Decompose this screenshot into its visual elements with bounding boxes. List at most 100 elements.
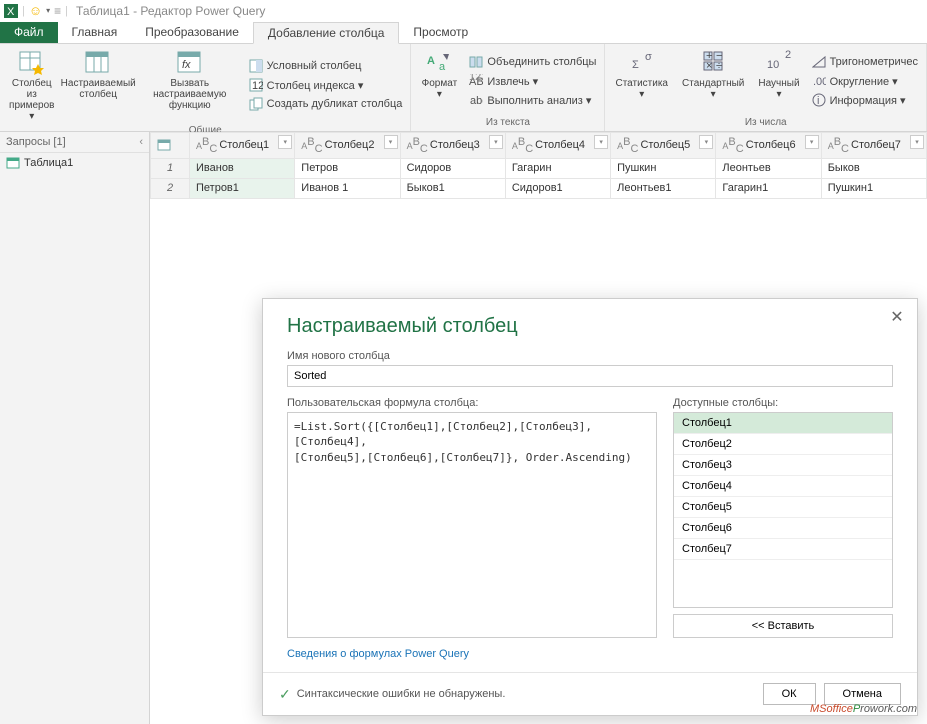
group-label: Из числа bbox=[609, 116, 922, 129]
column-header[interactable]: ABC Столбец3 ▾ bbox=[400, 133, 505, 159]
filter-dropdown-icon[interactable]: ▾ bbox=[910, 135, 924, 149]
row-number[interactable]: 1 bbox=[151, 158, 190, 178]
parse-button[interactable]: abc Выполнить анализ ▾ bbox=[465, 91, 600, 109]
column-header[interactable]: ABC Столбец2▾ bbox=[295, 133, 400, 159]
svg-text:÷: ÷ bbox=[716, 60, 722, 72]
label: Выполнить анализ ▾ bbox=[487, 94, 591, 107]
filter-dropdown-icon[interactable]: ▾ bbox=[384, 135, 398, 149]
column-header[interactable]: ABC Столбец5▾ bbox=[611, 133, 716, 159]
scientific-button[interactable]: 102 Научный ▾ bbox=[752, 46, 805, 116]
conditional-column-button[interactable]: Условный столбец bbox=[245, 57, 407, 75]
available-column-item[interactable]: Столбец2 bbox=[674, 434, 892, 455]
statistics-button[interactable]: Σσ Статистика ▾ bbox=[609, 46, 674, 116]
ok-button[interactable]: ОК bbox=[763, 683, 816, 705]
calc-icon: +−×÷ bbox=[699, 48, 727, 76]
available-column-item[interactable]: Столбец4 bbox=[674, 476, 892, 497]
filter-dropdown-icon[interactable]: ▾ bbox=[699, 135, 713, 149]
smiley-icon[interactable]: ☺ bbox=[29, 3, 42, 18]
ribbon: Столбец из примеров ▾ Настраиваемый стол… bbox=[0, 44, 927, 132]
corner-cell[interactable] bbox=[151, 133, 190, 159]
tab-home[interactable]: Главная bbox=[58, 22, 132, 43]
file-tab[interactable]: Файл bbox=[0, 22, 58, 43]
type-icon: ABC bbox=[512, 136, 533, 155]
standard-button[interactable]: +−×÷ Стандартный ▾ bbox=[676, 46, 750, 116]
row-number[interactable]: 2 bbox=[151, 178, 190, 198]
svg-text:σ: σ bbox=[645, 51, 652, 63]
type-icon: ABC bbox=[407, 136, 428, 155]
label: Статистика ▾ bbox=[615, 78, 668, 100]
cell[interactable]: Гагарин bbox=[505, 158, 610, 178]
cell[interactable]: Сидоров bbox=[400, 158, 505, 178]
index-icon: 12 bbox=[249, 78, 263, 92]
formula-help-link[interactable]: Сведения о формулах Power Query bbox=[287, 648, 893, 660]
cell[interactable]: Гагарин1 bbox=[716, 178, 821, 198]
ribbon-group-text: Aa Формат ▾ Объединить столбцы ABC123Изв… bbox=[411, 44, 605, 131]
format-button[interactable]: Aa Формат ▾ bbox=[415, 46, 463, 116]
svg-text:2: 2 bbox=[785, 49, 791, 61]
available-column-item[interactable]: Столбец3 bbox=[674, 455, 892, 476]
label: Тригонометричес bbox=[830, 56, 918, 68]
svg-text:A: A bbox=[427, 55, 435, 67]
available-column-item[interactable]: Столбец7 bbox=[674, 539, 892, 560]
svg-text:fx: fx bbox=[182, 59, 191, 71]
close-button[interactable]: ✕ bbox=[885, 305, 909, 329]
merge-icon bbox=[469, 55, 483, 69]
column-header[interactable]: ABC Столбец4▾ bbox=[505, 133, 610, 159]
info-icon: i bbox=[812, 93, 826, 107]
cell[interactable]: Пушкин1 bbox=[821, 178, 926, 198]
cell[interactable]: Леонтьев bbox=[716, 158, 821, 178]
collapse-icon[interactable]: ‹ bbox=[139, 136, 143, 148]
column-header[interactable]: ABC Столбец7▾ bbox=[821, 133, 926, 159]
filter-dropdown-icon[interactable]: ▾ bbox=[278, 135, 292, 149]
tab-add-column[interactable]: Добавление столбца bbox=[253, 22, 400, 44]
cell[interactable]: Иванов 1 bbox=[295, 178, 400, 198]
query-item[interactable]: Таблица1 bbox=[0, 153, 149, 173]
formula-input[interactable]: =List.Sort({[Столбец1],[Столбец2],[Столб… bbox=[287, 412, 657, 638]
svg-text:abc: abc bbox=[470, 95, 483, 107]
merge-columns-button[interactable]: Объединить столбцы bbox=[465, 53, 600, 71]
qat-sep: ≡ bbox=[54, 4, 61, 18]
column-name-input[interactable] bbox=[287, 365, 893, 387]
tab-transform[interactable]: Преобразование bbox=[131, 22, 253, 43]
column-from-examples-button[interactable]: Столбец из примеров ▾ bbox=[4, 46, 60, 124]
cell[interactable]: Леонтьев1 bbox=[611, 178, 716, 198]
duplicate-column-button[interactable]: Создать дубликат столбца bbox=[245, 95, 407, 113]
available-column-item[interactable]: Столбец1 bbox=[674, 413, 892, 434]
extract-icon: ABC123 bbox=[469, 74, 483, 88]
custom-column-button[interactable]: Настраиваемый столбец bbox=[62, 46, 135, 124]
svg-text:×: × bbox=[706, 60, 712, 72]
filter-dropdown-icon[interactable]: ▾ bbox=[489, 135, 503, 149]
filter-dropdown-icon[interactable]: ▾ bbox=[805, 135, 819, 149]
available-column-item[interactable]: Столбец5 bbox=[674, 497, 892, 518]
dropdown-icon[interactable]: ▾ bbox=[46, 6, 50, 15]
cell[interactable]: Пушкин bbox=[611, 158, 716, 178]
label: Научный ▾ bbox=[758, 78, 799, 100]
exponent-icon: 102 bbox=[765, 48, 793, 76]
titlebar: X | ☺ ▾ ≡ | Таблица1 - Редактор Power Qu… bbox=[0, 0, 927, 22]
index-column-button[interactable]: 12Столбец индекса ▾ bbox=[245, 76, 407, 94]
cell[interactable]: Сидоров1 bbox=[505, 178, 610, 198]
cell[interactable]: Иванов bbox=[190, 158, 295, 178]
cell[interactable]: Быков bbox=[821, 158, 926, 178]
cell[interactable]: Быков1 bbox=[400, 178, 505, 198]
filter-dropdown-icon[interactable]: ▾ bbox=[594, 135, 608, 149]
rounding-button[interactable]: .00Округление ▾ bbox=[808, 72, 922, 90]
insert-button[interactable]: << Вставить bbox=[673, 614, 893, 638]
label: Создать дубликат столбца bbox=[267, 98, 403, 110]
column-header[interactable]: ABC Столбец1▾ bbox=[190, 133, 295, 159]
information-button[interactable]: iИнформация ▾ bbox=[808, 91, 922, 109]
column-name: Столбец7 bbox=[851, 139, 901, 151]
extract-button[interactable]: ABC123Извлечь ▾ bbox=[465, 72, 600, 90]
column-name: Столбец3 bbox=[430, 139, 480, 151]
invoke-function-button[interactable]: fx Вызвать настраиваемую функцию bbox=[137, 46, 243, 124]
available-column-item[interactable]: Столбец6 bbox=[674, 518, 892, 539]
trigonometry-button[interactable]: Тригонометричес bbox=[808, 53, 922, 71]
cell[interactable]: Петров1 bbox=[190, 178, 295, 198]
check-icon: ✓ bbox=[279, 686, 291, 703]
tab-view[interactable]: Просмотр bbox=[399, 22, 482, 43]
custom-column-dialog: ✕ Настраиваемый столбец Имя нового столб… bbox=[262, 298, 918, 716]
label: Настраиваемый столбец bbox=[61, 78, 136, 100]
cell[interactable]: Петров bbox=[295, 158, 400, 178]
column-header[interactable]: ABC Столбец6▾ bbox=[716, 133, 821, 159]
ribbon-group-number: Σσ Статистика ▾ +−×÷ Стандартный ▾ 102 Н… bbox=[605, 44, 927, 131]
